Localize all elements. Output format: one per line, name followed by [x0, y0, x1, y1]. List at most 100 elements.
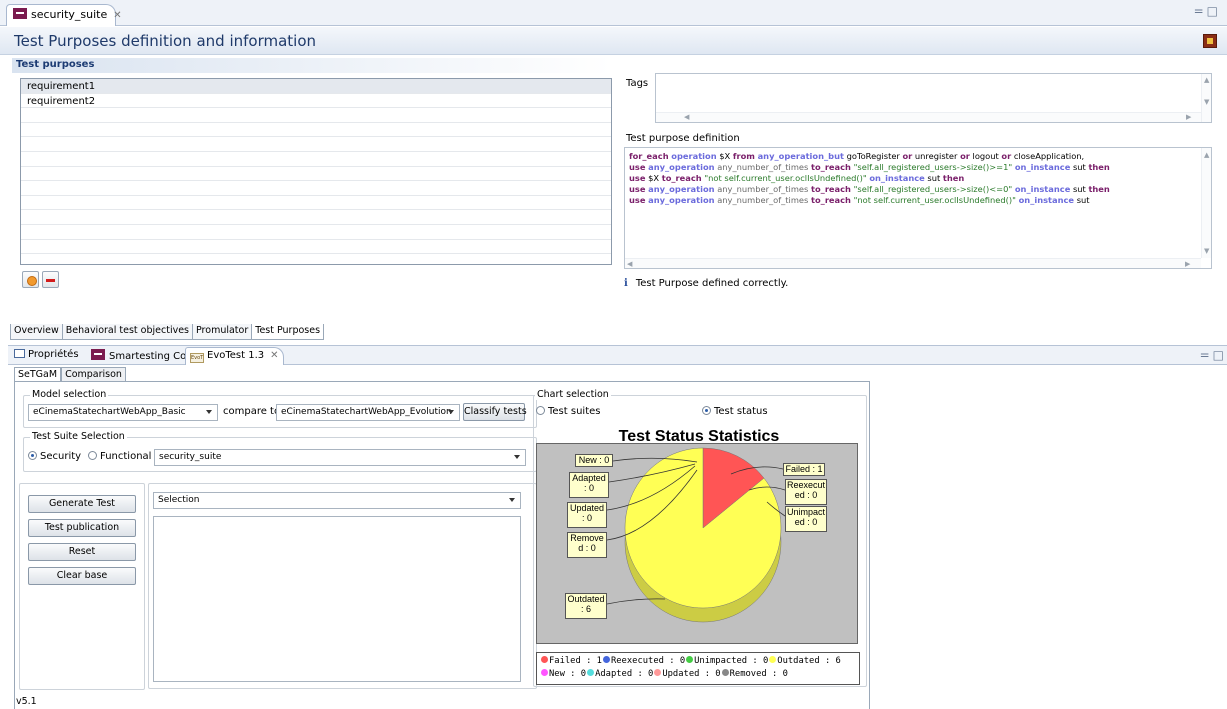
radio-label: Test suites	[548, 406, 601, 417]
window-controls[interactable]: =□	[1194, 4, 1221, 18]
close-icon[interactable]: ✕	[270, 350, 278, 361]
version-label: v5.1	[16, 696, 37, 707]
selection-list[interactable]	[153, 516, 521, 682]
reset-button[interactable]: Reset	[28, 543, 136, 561]
radio-security[interactable]: Security	[28, 451, 81, 462]
classify-tests-button[interactable]: Classify tests	[463, 403, 527, 421]
radio-test-status[interactable]: Test status	[702, 406, 768, 417]
test-purpose-definition-editor[interactable]: for_each operation $X from any_operation…	[624, 147, 1212, 269]
selection-value: Selection	[158, 495, 200, 505]
tags-vscrollbar[interactable]: ▲ ▼	[1201, 74, 1211, 122]
legend-dot-icon	[686, 656, 694, 663]
definition-label: Test purpose definition	[626, 133, 740, 144]
chart-selection-label: Chart selection	[535, 389, 611, 400]
clear-base-button[interactable]: Clear base	[28, 567, 136, 585]
add-purpose-button[interactable]	[22, 271, 39, 288]
test-publication-button[interactable]: Test publication	[28, 519, 136, 537]
radio-test-suites[interactable]: Test suites	[536, 406, 600, 417]
radio-button[interactable]	[536, 406, 545, 415]
radio-button[interactable]	[702, 406, 711, 415]
properties-icon	[14, 349, 25, 358]
smartesting-icon	[13, 8, 27, 19]
pie-label-updated: Updated : 0	[567, 502, 607, 528]
legend-dot-icon	[541, 669, 548, 676]
definition-vscrollbar[interactable]: ▲ ▼	[1201, 148, 1211, 258]
legend-item-unimpacted: Unimpacted : 0	[686, 656, 768, 666]
chevron-down-icon	[206, 410, 212, 414]
radio-functional[interactable]: Functional	[88, 451, 151, 462]
legend-label: Failed : 1	[549, 656, 602, 666]
tab-label: EvoTest 1.3	[207, 350, 265, 361]
list-item[interactable]: requirement1	[21, 79, 611, 94]
radio-label: Test status	[714, 406, 768, 417]
empty-row	[21, 181, 611, 196]
definition-line-2: use any_operation any_number_of_times to…	[629, 162, 1110, 172]
definition-line-5: use any_operation any_number_of_times to…	[629, 195, 1090, 205]
generate-test-button[interactable]: Generate Test	[28, 495, 136, 513]
tags-field[interactable]: ▲ ▼ ◀ ▶	[655, 73, 1212, 123]
editor-tab-security-suite[interactable]: security_suite ✕	[6, 4, 122, 26]
tab-comparison[interactable]: Comparison	[61, 367, 126, 382]
test-purposes-list[interactable]: requirement1 requirement2	[20, 78, 612, 265]
test-suite-selection-label: Test Suite Selection	[30, 431, 127, 442]
chart-selection-group: Chart selection Test suites Test status …	[533, 389, 867, 687]
legend-label: Reexecuted : 0	[610, 656, 686, 666]
definition-line-3: use $X to_reach "not self.current_user.o…	[629, 173, 965, 183]
radio-button[interactable]	[28, 451, 37, 460]
pie-label-removed: Removed : 0	[567, 532, 607, 558]
compare-model-value: eCinemaStatechartWebApp_Evolution	[281, 407, 452, 417]
evotest-icon: EvoT	[190, 353, 204, 363]
legend-dot-icon	[602, 656, 610, 663]
definition-line-1: for_each operation $X from any_operation…	[629, 151, 1085, 161]
view-window-controls[interactable]: =□	[1200, 348, 1227, 362]
test-suite-value: security_suite	[159, 452, 222, 462]
pie-label-outdated: Outdated : 6	[565, 593, 607, 619]
tab-evotest[interactable]: EvoT EvoTest 1.3 ✕	[185, 347, 284, 365]
empty-row	[21, 152, 611, 167]
tab-behavioral-test-objectives[interactable]: Behavioral test objectives	[61, 324, 193, 340]
empty-row	[21, 210, 611, 225]
list-item[interactable]: requirement2	[21, 94, 611, 109]
compare-model-combo[interactable]: eCinemaStatechartWebApp_Evolution	[276, 404, 460, 421]
tab-test-purposes[interactable]: Test Purposes	[251, 324, 325, 340]
compare-label: compare to	[223, 406, 281, 417]
status-message: i Test Purpose defined correctly.	[624, 278, 788, 289]
empty-row	[21, 167, 611, 182]
legend-row: Failed : 1 Reexecuted : 0 Unimpacted : 0 Ou…	[541, 655, 855, 668]
definition-line-4: use any_operation any_number_of_times to…	[629, 184, 1110, 194]
test-suite-selection-group: Test Suite Selection Security Functional…	[23, 431, 537, 472]
help-icon[interactable]	[1203, 34, 1217, 48]
empty-row	[21, 225, 611, 240]
definition-hscrollbar[interactable]: ◀ ▶	[625, 258, 1201, 268]
legend-item-removed: Removed : 0	[721, 669, 788, 679]
tab-overview[interactable]: Overview	[10, 324, 63, 340]
tab-setgam[interactable]: SeTGaM	[14, 367, 62, 382]
tags-label: Tags	[626, 78, 649, 89]
setgam-tabs: SeTGaM Comparison	[14, 367, 126, 382]
tab-label: Propriétés	[28, 349, 79, 360]
empty-row	[21, 123, 611, 138]
empty-row	[21, 108, 611, 123]
radio-label: Security	[40, 451, 82, 462]
legend-dot-icon	[769, 656, 777, 663]
legend-dot-icon	[541, 656, 548, 663]
tab-proprietes[interactable]: Propriétés	[10, 347, 83, 365]
model-combo[interactable]: eCinemaStatechartWebApp_Basic	[28, 404, 218, 421]
editor-tab-label: security_suite	[31, 8, 108, 21]
model-selection-group: Model selection eCinemaStatechartWebApp_…	[23, 389, 537, 428]
selection-combo[interactable]: Selection	[153, 492, 521, 509]
model-value: eCinemaStatechartWebApp_Basic	[33, 407, 186, 417]
radio-button[interactable]	[88, 451, 97, 460]
tab-promulator[interactable]: Promulator	[192, 324, 253, 340]
legend-item-adapted: Adapted : 0	[587, 669, 653, 679]
legend-row: New : 0 Adapted : 0 Updated : 0 Removed : 0	[541, 668, 855, 681]
actions-group: Generate Test Test publication Reset Cle…	[19, 483, 145, 690]
remove-purpose-button[interactable]	[42, 271, 59, 288]
legend-item-outdated: Outdated : 6	[769, 656, 841, 666]
model-selection-label: Model selection	[30, 389, 109, 400]
test-suite-combo[interactable]: security_suite	[154, 449, 526, 466]
editor-page-tabs: Overview Behavioral test objectives Promul…	[10, 323, 325, 340]
tags-hscrollbar[interactable]: ◀ ▶	[656, 112, 1201, 122]
status-message-text: Test Purpose defined correctly.	[635, 278, 789, 289]
close-icon[interactable]: ✕	[113, 10, 121, 21]
